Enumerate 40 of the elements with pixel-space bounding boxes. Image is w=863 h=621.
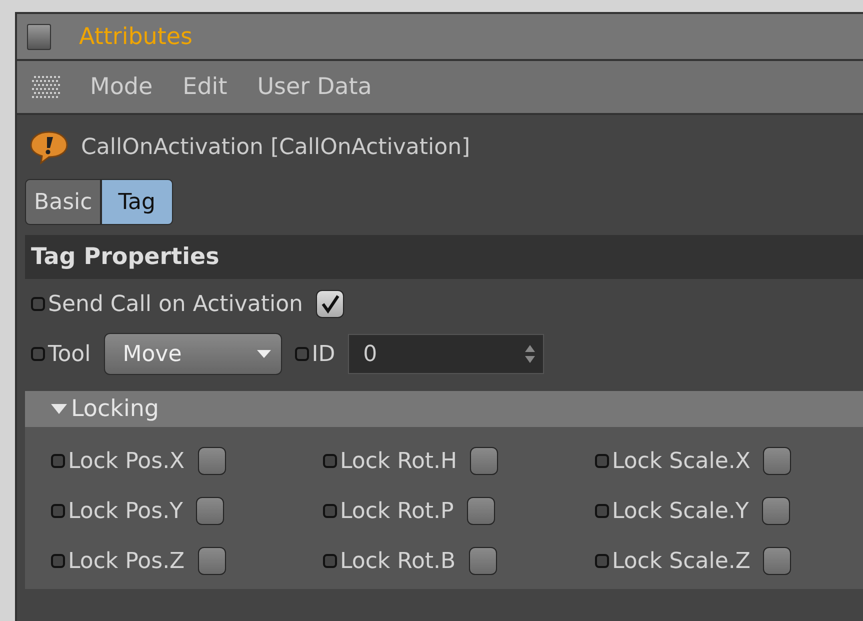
grip-icon[interactable] (32, 74, 60, 100)
checkbox[interactable] (198, 547, 226, 575)
menu-item[interactable]: User Data (257, 74, 372, 100)
checkbox[interactable] (466, 497, 495, 525)
tool-dropdown[interactable]: Move (104, 333, 282, 375)
checkbox[interactable] (196, 497, 224, 525)
field-label: Lock Scale.Z (612, 548, 750, 574)
group-title: Locking (71, 396, 160, 422)
field-label: Lock Scale.X (612, 448, 750, 474)
stepper-arrows-icon[interactable] (525, 345, 536, 363)
checkbox[interactable] (763, 447, 792, 475)
field-label: Lock Pos.Y (68, 498, 183, 524)
tab[interactable]: Tag (101, 179, 172, 225)
field-label: Lock Pos.Z (68, 548, 185, 574)
field-label: Send Call on Activation (48, 292, 303, 316)
caret-icon (256, 350, 271, 358)
checkbox[interactable] (762, 497, 790, 525)
id-field[interactable]: 0 (348, 334, 544, 374)
checkbox[interactable] (316, 290, 344, 318)
field-label: Tool (48, 342, 91, 366)
menu-item[interactable]: Mode (90, 74, 153, 100)
warning-bubble-icon (29, 129, 69, 165)
group-header[interactable]: Locking (25, 391, 863, 427)
field-label: Lock Scale.Y (612, 498, 749, 524)
disclosure-triangle-icon (51, 404, 67, 414)
field-label: Lock Pos.X (68, 448, 185, 474)
field-label: Lock Rot.B (340, 548, 456, 574)
checkbox[interactable] (763, 547, 792, 575)
checkbox[interactable] (468, 547, 497, 575)
section-title: Tag Properties (31, 244, 220, 270)
window-button[interactable] (27, 24, 51, 50)
field-label: ID (312, 342, 336, 366)
window-title: Attributes (79, 24, 193, 50)
tab[interactable]: Basic (25, 179, 102, 225)
checkbox[interactable] (198, 447, 226, 475)
field-label: Lock Rot.P (340, 498, 454, 524)
field-label: Lock Rot.H (340, 448, 458, 474)
checkbox[interactable] (470, 447, 498, 475)
menu-item[interactable]: Edit (182, 74, 228, 100)
object-name: CallOnActivation [CallOnActivation] (81, 134, 470, 160)
